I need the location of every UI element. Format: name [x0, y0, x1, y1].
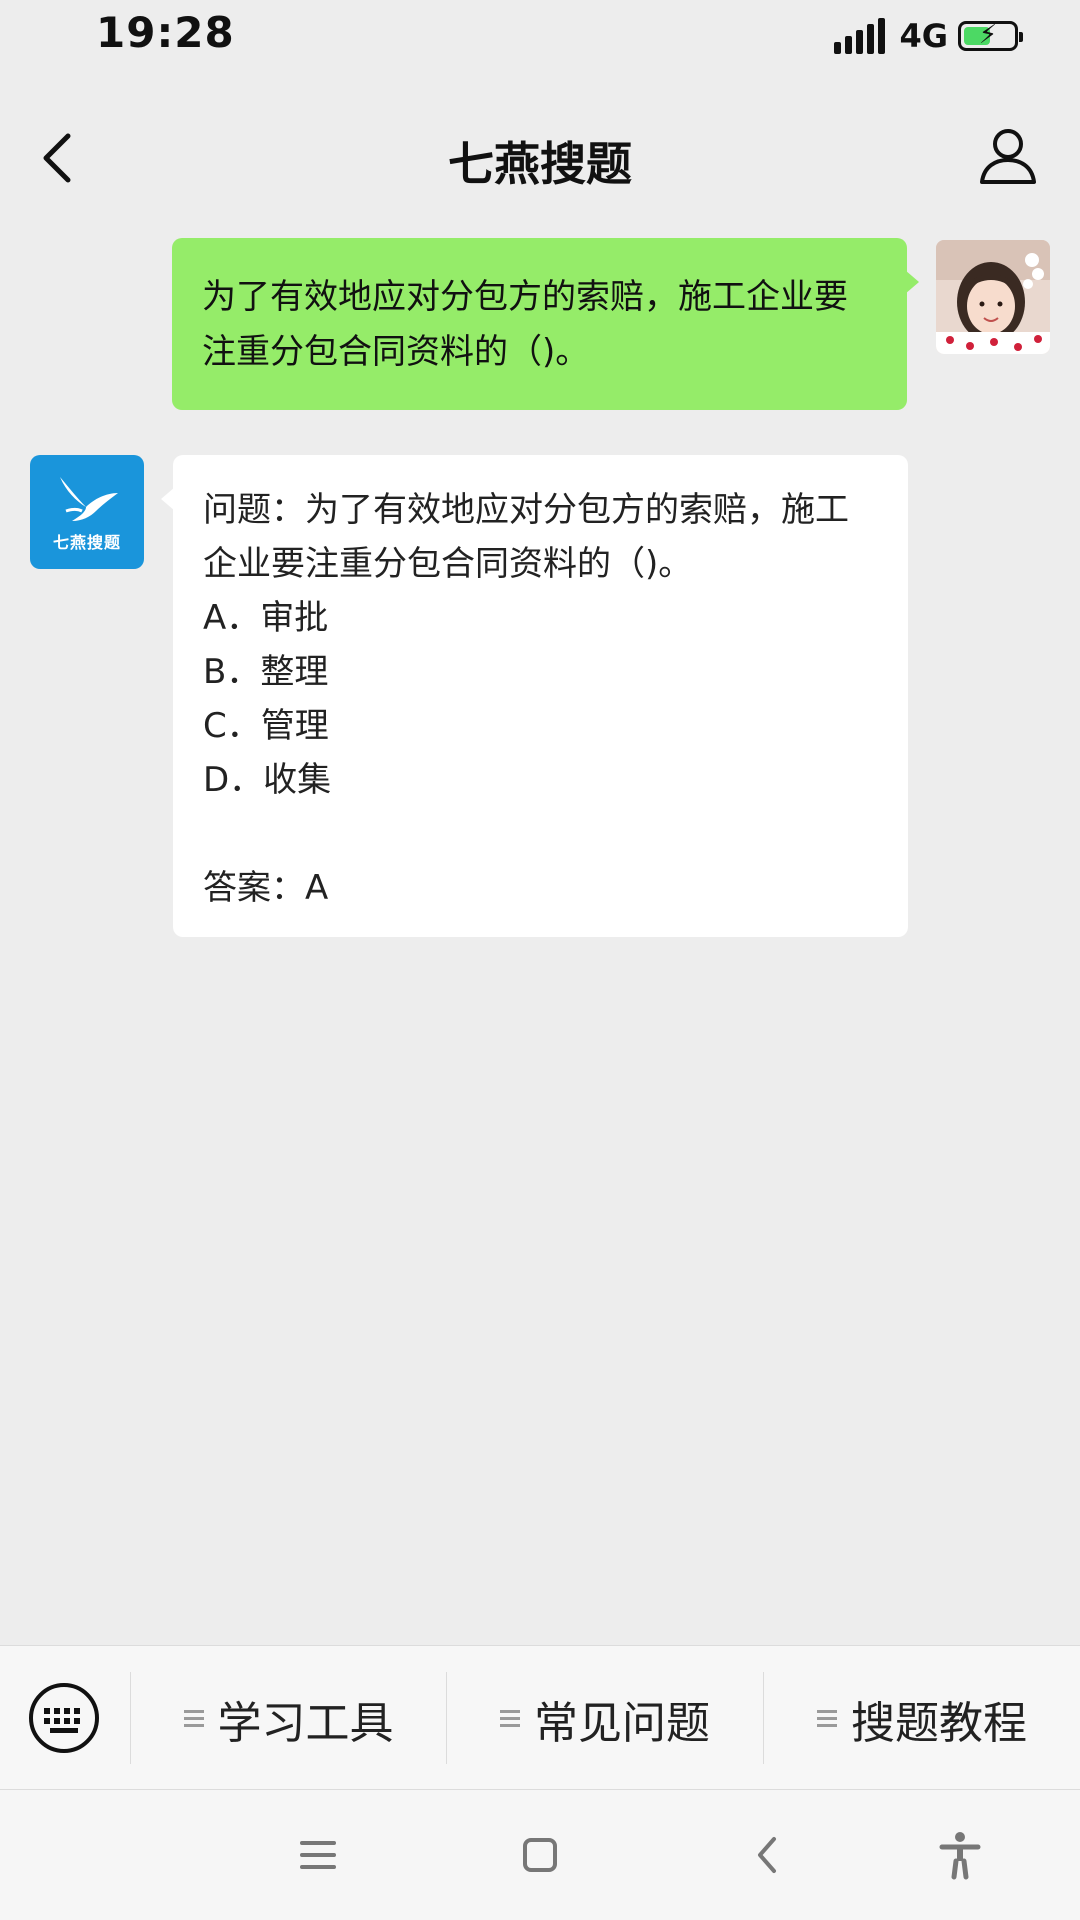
option-d: D．收集 [203, 760, 332, 800]
answer-text: 答案：A [203, 868, 329, 908]
battery-icon: ⚡ [958, 20, 1023, 51]
signal-icon [834, 18, 886, 54]
bot-avatar-label: 七燕搜题 [52, 533, 121, 552]
home-icon [523, 1838, 557, 1872]
user-avatar-image [936, 240, 1050, 354]
menu-item-study-tools[interactable]: 学习工具 [131, 1646, 446, 1791]
chat-area[interactable]: 为了有效地应对分包方的索赔，施工企业要注重分包合同资料的（)。 七燕搜题 问题：… [0, 220, 1080, 1645]
menu-item-tutorial[interactable]: 搜题教程 [764, 1646, 1080, 1791]
menu-list-icon [500, 1710, 520, 1727]
menu-list-icon [183, 1710, 204, 1727]
menu-list-icon [817, 1710, 837, 1727]
accessibility-button[interactable] [932, 1827, 988, 1883]
system-nav-bar [0, 1790, 1080, 1920]
user-message-text: 为了有效地应对分包方的索赔，施工企业要注重分包合同资料的（)。 [202, 277, 848, 372]
charging-icon: ⚡ [978, 20, 998, 50]
status-indicators: 4G ⚡ [834, 14, 1023, 58]
profile-button[interactable] [976, 124, 1040, 188]
system-back-button[interactable] [740, 1827, 796, 1883]
user-icon [980, 129, 1036, 184]
user-message-bubble[interactable]: 为了有效地应对分包方的索赔，施工企业要注重分包合同资料的（)。 [172, 238, 919, 410]
accessibility-icon [939, 1832, 981, 1880]
option-c: C．管理 [203, 706, 329, 746]
question-text: 问题：为了有效地应对分包方的索赔，施工企业要注重分包合同资料的（)。 [203, 490, 849, 584]
home-button[interactable] [512, 1827, 568, 1883]
option-b: B．整理 [203, 652, 329, 692]
chat-screen: 19:28 4G ⚡ 七燕搜题 为了有效地应对分包方的索赔，施工企业要注重分包合… [0, 0, 1080, 1920]
bot-avatar[interactable]: 七燕搜题 [30, 455, 144, 569]
network-type: 4G [899, 17, 948, 55]
status-bar: 19:28 4G ⚡ [0, 0, 1080, 70]
recent-apps-button[interactable] [290, 1827, 346, 1883]
nav-bar: 七燕搜题 [0, 100, 1080, 220]
bottom-menu: 学习工具 常见问题 搜题教程 [0, 1645, 1080, 1790]
option-a: A．审批 [203, 598, 329, 638]
menu-item-label: 学习工具 [217, 1697, 394, 1749]
page-title: 七燕搜题 [448, 137, 632, 191]
menu-icon [300, 1841, 336, 1869]
menu-item-label: 常见问题 [534, 1697, 710, 1749]
keyboard-icon [29, 1683, 99, 1753]
back-icon [758, 1837, 776, 1873]
status-time: 19:28 [96, 8, 235, 57]
menu-item-label: 搜题教程 [851, 1697, 1027, 1749]
menu-item-faq[interactable]: 常见问题 [447, 1646, 763, 1791]
bot-message-bubble[interactable]: 问题：为了有效地应对分包方的索赔，施工企业要注重分包合同资料的（)。 A．审批 … [161, 455, 908, 937]
user-avatar[interactable] [936, 240, 1050, 354]
keyboard-button[interactable] [28, 1682, 100, 1754]
